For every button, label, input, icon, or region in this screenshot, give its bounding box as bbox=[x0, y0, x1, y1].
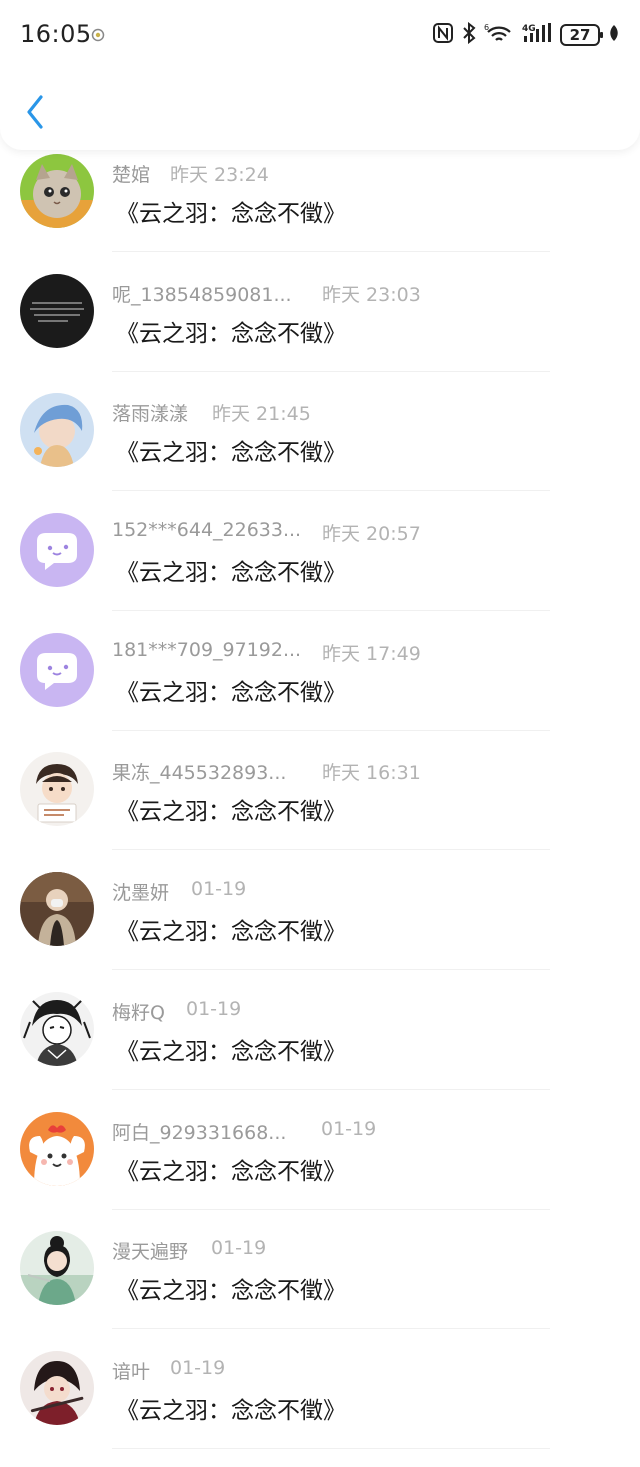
avatar[interactable] bbox=[20, 393, 94, 468]
username[interactable]: 楚婠 bbox=[112, 160, 150, 187]
timestamp: 昨天 23:03 bbox=[322, 283, 421, 306]
avatar[interactable] bbox=[20, 273, 94, 348]
message-text: 《云之羽：念念不徵》 bbox=[116, 1158, 346, 1185]
divider bbox=[112, 969, 550, 971]
item-meta: 谙叶 01-19 bbox=[112, 1357, 225, 1384]
username[interactable]: 181***709_97192... bbox=[112, 639, 301, 661]
list-item[interactable]: 181***709_97192... 昨天 17:49 《云之羽：念念不徵》 bbox=[0, 629, 640, 749]
list-item[interactable]: 谙叶 01-19 《云之羽：念念不徵》 bbox=[0, 1347, 640, 1467]
message-text: 《云之羽：念念不徵》 bbox=[116, 320, 346, 347]
status-time: 16:05 bbox=[20, 20, 92, 48]
avatar[interactable] bbox=[20, 1231, 94, 1306]
item-meta: 楚婠 昨天 23:24 bbox=[112, 160, 269, 187]
divider bbox=[112, 610, 550, 612]
list-item[interactable]: 落雨漾漾 昨天 21:45 《云之羽：念念不徵》 bbox=[0, 389, 640, 509]
item-meta: 呢_13854859081... 昨天 23:03 bbox=[112, 280, 421, 307]
message-text: 《云之羽：念念不徵》 bbox=[116, 201, 346, 227]
timestamp: 01-19 bbox=[211, 1237, 267, 1260]
item-meta: 阿白_929331668... 01-19 bbox=[112, 1118, 376, 1145]
list-item[interactable]: 梅籽Q 01-19 《云之羽：念念不徵》 bbox=[0, 988, 640, 1108]
timestamp: 01-19 bbox=[170, 1356, 226, 1379]
avatar[interactable] bbox=[20, 513, 94, 588]
chevron-left-icon bbox=[27, 95, 43, 129]
message-text: 《云之羽：念念不徵》 bbox=[116, 679, 346, 706]
username[interactable]: 152***644_22633... bbox=[112, 519, 301, 541]
username[interactable]: 阿白_929331668... bbox=[112, 1118, 286, 1145]
nfc-icon bbox=[432, 22, 454, 48]
bluetooth-icon bbox=[462, 21, 476, 48]
timestamp: 昨天 23:24 bbox=[170, 164, 269, 186]
list-item[interactable]: 楚婠 昨天 23:24 《云之羽：念念不徵》 bbox=[0, 150, 640, 270]
divider bbox=[112, 1208, 550, 1210]
list-item[interactable]: 沈墨妍 01-19 《云之羽：念念不徵》 bbox=[0, 868, 640, 988]
item-meta: 果冻_445532893... 昨天 16:31 bbox=[112, 758, 421, 785]
item-meta: 漫天遍野 01-19 bbox=[112, 1237, 266, 1264]
timestamp: 01-19 bbox=[186, 997, 242, 1020]
divider bbox=[112, 251, 550, 252]
message-text: 《云之羽：念念不徵》 bbox=[116, 919, 346, 946]
divider bbox=[112, 849, 550, 851]
list-item[interactable]: 呢_13854859081... 昨天 23:03 《云之羽：念念不徵》 bbox=[0, 270, 640, 390]
timestamp: 01-19 bbox=[191, 878, 247, 901]
signal-4g-icon: 4G bbox=[522, 22, 552, 48]
notification-app-icon bbox=[91, 27, 105, 42]
username[interactable]: 呢_13854859081... bbox=[112, 280, 292, 307]
message-text: 《云之羽：念念不徵》 bbox=[116, 1397, 346, 1424]
avatar[interactable] bbox=[20, 872, 94, 947]
message-text: 《云之羽：念念不徵》 bbox=[116, 1038, 346, 1065]
timestamp: 昨天 17:49 bbox=[322, 642, 421, 665]
list-item[interactable]: 152***644_22633... 昨天 20:57 《云之羽：念念不徵》 bbox=[0, 509, 640, 629]
avatar[interactable] bbox=[20, 632, 94, 707]
avatar[interactable] bbox=[20, 1350, 94, 1425]
status-icons: 6 4G 27 bbox=[432, 21, 620, 48]
username[interactable]: 落雨漾漾 bbox=[112, 399, 188, 426]
comment-list: 楚婠 昨天 23:24 《云之羽：念念不徵》 呢_13854859081... … bbox=[0, 150, 640, 1467]
back-button[interactable] bbox=[18, 92, 52, 132]
battery-icon: 27 bbox=[560, 24, 603, 46]
leaf-icon bbox=[608, 24, 620, 46]
svg-text:4G: 4G bbox=[522, 24, 536, 34]
timestamp: 昨天 16:31 bbox=[322, 762, 421, 785]
item-meta: 落雨漾漾 昨天 21:45 bbox=[112, 399, 311, 426]
header-bar bbox=[0, 68, 640, 150]
timestamp: 01-19 bbox=[321, 1117, 377, 1140]
avatar[interactable] bbox=[20, 991, 94, 1066]
message-text: 《云之羽：念念不徵》 bbox=[116, 560, 346, 587]
username[interactable]: 谙叶 bbox=[112, 1357, 150, 1384]
message-text: 《云之羽：念念不徵》 bbox=[116, 799, 346, 826]
avatar[interactable] bbox=[20, 1111, 94, 1186]
divider bbox=[112, 490, 550, 492]
username[interactable]: 沈墨妍 bbox=[112, 878, 169, 905]
divider bbox=[112, 1328, 550, 1330]
avatar[interactable] bbox=[20, 752, 94, 827]
divider bbox=[112, 729, 550, 731]
item-meta: 152***644_22633... 昨天 20:57 bbox=[112, 519, 421, 545]
timestamp: 昨天 21:45 bbox=[212, 403, 311, 426]
divider bbox=[112, 1088, 550, 1090]
item-meta: 梅籽Q 01-19 bbox=[112, 998, 241, 1025]
username[interactable]: 漫天遍野 bbox=[112, 1237, 188, 1264]
avatar[interactable] bbox=[20, 154, 94, 228]
divider bbox=[112, 370, 550, 372]
timestamp: 昨天 20:57 bbox=[322, 523, 421, 546]
username[interactable]: 果冻_445532893... bbox=[112, 758, 286, 785]
divider bbox=[112, 1447, 550, 1449]
status-bar: 16:05 6 4G 27 bbox=[0, 0, 640, 68]
list-item[interactable]: 漫天遍野 01-19 《云之羽：念念不徵》 bbox=[0, 1227, 640, 1347]
item-meta: 沈墨妍 01-19 bbox=[112, 878, 246, 905]
wifi-icon: 6 bbox=[484, 22, 514, 48]
username[interactable]: 梅籽Q bbox=[112, 998, 165, 1025]
item-meta: 181***709_97192... 昨天 17:49 bbox=[112, 639, 421, 665]
list-item[interactable]: 果冻_445532893... 昨天 16:31 《云之羽：念念不徵》 bbox=[0, 748, 640, 868]
list-item[interactable]: 阿白_929331668... 01-19 《云之羽：念念不徵》 bbox=[0, 1108, 640, 1228]
message-text: 《云之羽：念念不徵》 bbox=[116, 1278, 346, 1305]
message-text: 《云之羽：念念不徵》 bbox=[116, 440, 346, 467]
